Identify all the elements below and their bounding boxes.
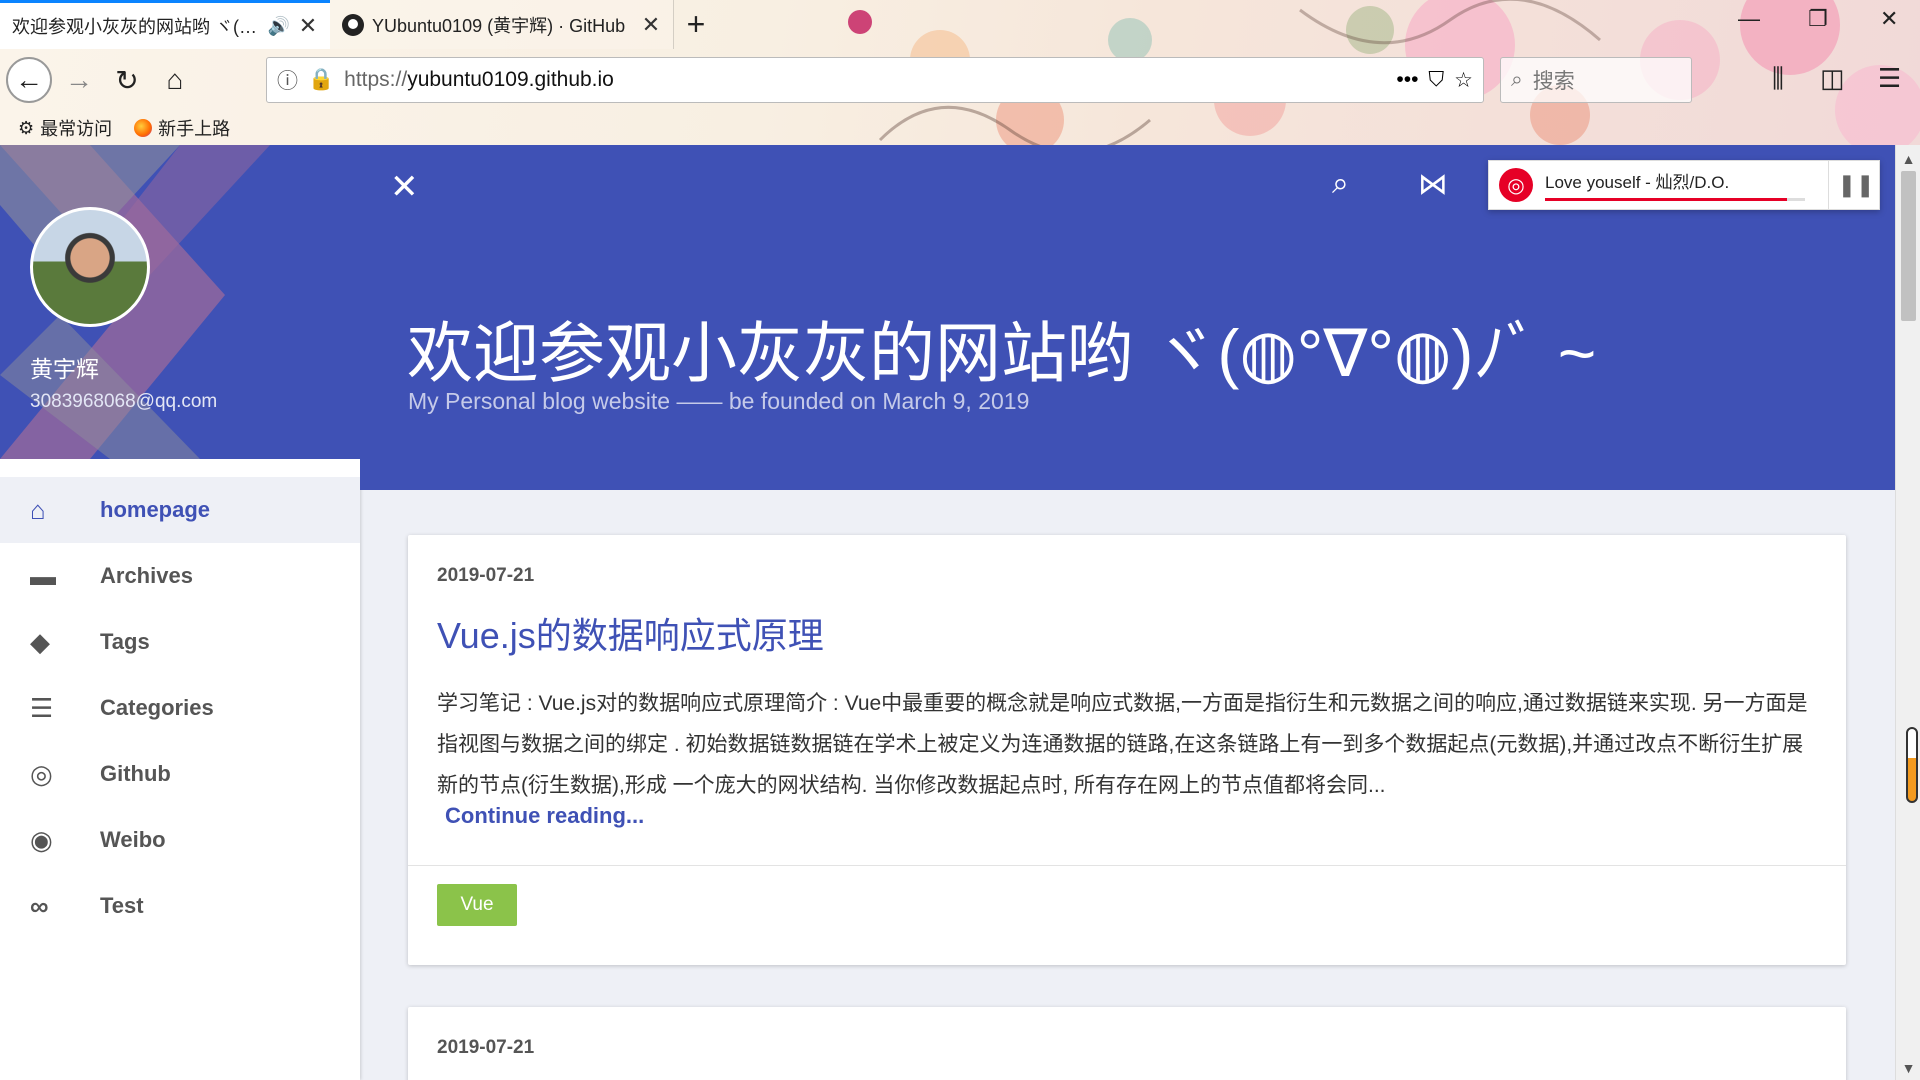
pause-button[interactable]: ❚❚ [1833,172,1879,198]
profile-name: 黄宇辉 [30,356,99,382]
list-icon: ☰ [30,692,54,723]
post-date: 2019-07-21 [437,565,535,586]
close-icon[interactable]: ✕ [390,167,419,207]
sidebar-item-github[interactable]: ◎ Github [0,741,360,807]
address-bar[interactable]: ⓘ 🔒 https://yubuntu0109.github.io ••• ⛉ … [266,57,1484,103]
sidebar-item-homepage[interactable]: ⌂ homepage [0,477,360,543]
firefox-icon [134,119,153,137]
netease-music-icon: ◎ [1499,168,1533,202]
home-icon: ⌂ [30,494,46,525]
progress-fill [1545,198,1787,201]
track-title: Love youself - 灿烈/D.O. [1545,173,1730,192]
post-tag[interactable]: Vue [437,884,517,926]
search-placeholder: 搜索 [1532,70,1575,93]
sidebar-menu: ⌂ homepage ▬ Archives ◆ Tags ☰ Categorie… [0,477,360,939]
home-button[interactable]: ⌂ [152,57,198,103]
url-protocol: https:// [344,68,408,91]
forward-button[interactable]: → [56,57,102,103]
new-tab-button[interactable]: + [674,0,718,49]
sidebar-item-label: Archives [100,563,193,588]
link-icon: ∞ [30,890,49,921]
browser-chrome: 欢迎参观小灰灰的网站哟 ヾ(◍° 🔊 ✕ YUbuntu0109 (黄宇辉) ·… [0,0,1920,145]
sidebar-item-label: Test [100,893,144,918]
sidebar-item-label: Weibo [100,827,166,852]
scrollbar[interactable]: ▲ ▼ [1895,145,1920,1080]
bookmark-most-visited[interactable]: ⚙ 最常访问 [18,115,112,141]
gear-icon: ⚙ [18,117,35,138]
tab-blog[interactable]: 欢迎参观小灰灰的网站哟 ヾ(◍° 🔊 ✕ [0,0,330,49]
bookmark-star-icon[interactable]: ☆ [1454,68,1473,93]
music-player: ◎ Love youself - 灿烈/D.O. ❚❚ [1488,160,1880,210]
bookmark-label: 新手上路 [158,119,231,139]
post-title[interactable]: Vue.js的数据响应式原理 [437,607,824,659]
bookmark-getting-started[interactable]: 新手上路 [134,115,230,141]
post-card: 2019-07-21 Vue.js的数据响应式原理 学习笔记 : Vue.js对… [408,535,1846,965]
pocket-icon[interactable]: ⛉ [1428,68,1444,92]
sidebar-item-label: Github [100,761,171,786]
tab-github[interactable]: YUbuntu0109 (黄宇辉) · GitHub ✕ [330,0,674,49]
browser-window: 欢迎参观小灰灰的网站哟 ヾ(◍° 🔊 ✕ YUbuntu0109 (黄宇辉) ·… [0,0,1920,1080]
post-date: 2019-07-21 [437,1037,535,1058]
weibo-icon: ◉ [30,824,53,855]
page-subtitle: My Personal blog website —— be founded o… [408,388,1030,414]
page-title: 欢迎参观小灰灰的网站哟 ヾ(◍°∇°◍)ﾉﾞ ~ [407,316,1597,390]
sidebar-item-weibo[interactable]: ◉ Weibo [0,807,360,873]
player-track-area: Love youself - 灿烈/D.O. [1545,160,1829,210]
close-window-icon[interactable]: ✕ [1880,6,1898,32]
sidebar-item-test[interactable]: ∞ Test [0,873,360,939]
archive-icon: ▬ [30,560,56,591]
sidebar-item-archives[interactable]: ▬ Archives [0,543,360,609]
sidebar-item-label: Tags [100,629,150,654]
github-favicon-icon [342,13,364,36]
post-card: 2019-07-21 [408,1007,1846,1080]
sidebar-header: 黄宇辉 3083968068@qq.com [0,145,360,459]
page-viewport: 黄宇辉 3083968068@qq.com ⌂ homepage ▬ Archi… [0,145,1920,1080]
sidebar-toggle-icon[interactable]: ◫ [1820,63,1845,94]
progress-bar[interactable] [1545,198,1805,201]
scroll-down-icon[interactable]: ▼ [1896,1060,1920,1076]
side-dock-handle[interactable] [1906,727,1918,803]
tab-strip: 欢迎参观小灰灰的网站哟 ヾ(◍° 🔊 ✕ YUbuntu0109 (黄宇辉) ·… [0,0,760,49]
close-tab-icon[interactable]: ✕ [298,13,318,39]
scroll-up-icon[interactable]: ▲ [1896,151,1920,167]
continue-reading-link[interactable]: Continue reading... [445,803,644,829]
search-icon: ⌕ [1511,68,1523,91]
navigation-toolbar: ← → ↻ ⌂ ⓘ 🔒 https://yubuntu0109.github.i… [0,49,1920,111]
sidebar-item-label: homepage [100,497,211,522]
lock-icon: 🔒 [308,68,335,91]
sidebar-item-categories[interactable]: ☰ Categories [0,675,360,741]
post-excerpt: 学习笔记 : Vue.js对的数据响应式原理简介 : Vue中最重要的概念就是响… [437,692,1808,797]
bookmark-label: 最常访问 [40,119,113,139]
info-icon[interactable]: ⓘ [277,65,298,95]
github-icon: ◎ [30,758,53,789]
search-input[interactable]: ⌕ 搜索 [1500,57,1692,103]
reload-button[interactable]: ↻ [104,57,150,103]
url-host: yubuntu0109.github.io [407,68,614,91]
restore-icon[interactable]: ❐ [1808,6,1828,32]
bookmarks-toolbar: ⚙ 最常访问 新手上路 [0,111,230,145]
tab-title: 欢迎参观小灰灰的网站哟 ヾ(◍° [12,17,260,37]
sidebar-item-label: Categories [100,695,214,720]
close-tab-icon[interactable]: ✕ [641,12,661,38]
search-icon[interactable]: ⌕ [1332,167,1349,201]
back-button[interactable]: ← [6,57,52,103]
sidebar: 黄宇辉 3083968068@qq.com ⌂ homepage ▬ Archi… [0,145,360,1080]
page-actions-icon[interactable]: ••• [1396,68,1418,92]
avatar[interactable] [30,207,150,327]
library-icon[interactable]: ⫼ [1772,63,1784,95]
scroll-thumb[interactable] [1901,171,1916,321]
minimize-icon[interactable]: — [1738,6,1760,32]
tags-icon: ◆ [30,626,50,657]
menu-icon[interactable]: ☰ [1878,63,1901,94]
sidebar-item-tags[interactable]: ◆ Tags [0,609,360,675]
share-icon[interactable]: ⋈ [1418,167,1448,202]
profile-email[interactable]: 3083968068@qq.com [30,391,217,413]
speaker-icon[interactable]: 🔊 [268,16,290,37]
divider [408,865,1846,866]
tab-title: YUbuntu0109 (黄宇辉) · GitHub [372,15,626,36]
